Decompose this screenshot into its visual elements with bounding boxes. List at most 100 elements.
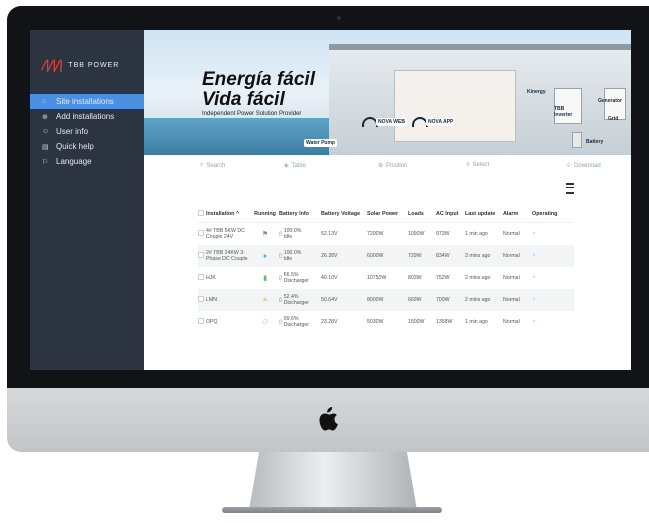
col-ac-input: AC Input <box>436 210 459 217</box>
table-row[interactable]: 2# TBB 24KW 3-Phase DC Couple ● ▯ 100.0% Idl… <box>198 245 574 267</box>
sidebar-item-label: Add installations <box>56 112 115 121</box>
battery-state: Discharger <box>283 278 309 284</box>
location-icon: ⌂ <box>42 98 47 105</box>
house-interior-image <box>394 70 516 142</box>
battery-voltage: 50.64V <box>321 297 338 303</box>
col-solar-power: Solar Power <box>367 210 399 217</box>
installation-name[interactable]: 4# TBB 5KW DC Couple 24V <box>206 228 251 240</box>
battery-info-text: 100.0% Idle <box>284 250 302 262</box>
ac-input: 752W <box>436 275 450 281</box>
sidebar: /|/|/| TBB POWER ⌂ Site installations ⊕ … <box>30 30 144 370</box>
col-battery-voltage: Battery Voltage <box>321 210 361 217</box>
generator-label: Generator <box>598 98 622 104</box>
download-tool[interactable]: ⇩ Download <box>566 162 601 170</box>
col-running: Running <box>254 210 276 217</box>
col-installation[interactable]: Installation ^ <box>206 211 251 217</box>
row-checkbox[interactable] <box>198 230 206 238</box>
sidebar-item-label: User info <box>56 127 89 136</box>
table-tool[interactable]: ◈ Table <box>284 162 306 170</box>
select-tool[interactable]: ≡ Select <box>466 162 489 168</box>
signal-icon[interactable]: ◔ <box>532 275 562 281</box>
position-label: Position <box>386 162 408 169</box>
col-operating: Operating <box>532 210 558 217</box>
sidebar-nav: ⌂ Site installations ⊕ Add installations… <box>30 94 144 169</box>
position-icon: ⊛ <box>378 163 384 169</box>
battery-icon: ▯ <box>279 297 282 303</box>
battery-state: Idle <box>283 256 293 262</box>
ac-input: 1358W <box>436 319 453 325</box>
signal-icon[interactable]: ◔ <box>532 297 562 303</box>
signal-icon[interactable]: ◔ <box>532 253 562 259</box>
battery-label: Battery <box>586 139 604 145</box>
table-header: Installation ^ Running Battery Info Batt… <box>198 205 574 223</box>
table-label: Table <box>291 162 306 169</box>
logo-text: TBB POWER <box>68 61 120 69</box>
running-status-icon: ∅ <box>261 319 269 326</box>
apple-logo-icon <box>319 407 338 431</box>
sidebar-item-quick-help[interactable]: ▤ Quick help <box>30 139 144 154</box>
signal-icon[interactable]: ◔ <box>532 319 562 325</box>
battery-voltage: 26.38V <box>321 253 338 259</box>
row-checkbox[interactable] <box>198 274 206 282</box>
battery-state: Discharger <box>283 322 309 328</box>
alarm-status: Normal <box>503 231 520 237</box>
solar-power: 10750W <box>367 275 387 281</box>
table-icon: ◈ <box>284 163 289 169</box>
battery-info-text: 99.6% Discharger <box>284 316 309 328</box>
installation-name[interactable]: HJK <box>206 275 251 281</box>
table-row[interactable]: HJK ▮ ▯ 66.5% Discharger 40.10V 10750W 803W 752W… <box>198 267 574 289</box>
sidebar-item-add-installations[interactable]: ⊕ Add installations <box>30 109 144 124</box>
flag-icon: ⚐ <box>42 158 49 166</box>
last-update: 1 min ago <box>465 231 488 237</box>
installation-name[interactable]: OPQ <box>206 319 251 325</box>
water-pump-label: Water Pump <box>304 139 337 147</box>
row-checkbox[interactable] <box>198 318 206 326</box>
monitor-stand <box>249 452 417 510</box>
table-row[interactable]: 4# TBB 5KW DC Couple 24V ⚑ ▯ 100.0% Idle 52.1… <box>198 223 574 245</box>
last-update: 3 mins ago <box>465 253 491 259</box>
battery-info: ▯ 100.0% Idle <box>279 250 319 262</box>
battery-icon: ▯ <box>279 319 282 325</box>
signal-icon[interactable]: ◔ <box>532 231 562 237</box>
row-checkbox[interactable] <box>198 252 206 260</box>
ac-input: 700W <box>436 297 450 303</box>
running-status-icon: ● <box>262 252 268 260</box>
banner-title-line1: Energía fácil <box>202 69 315 90</box>
brand-logo[interactable]: /|/|/| TBB POWER <box>42 58 119 72</box>
ac-input: 834W <box>436 253 450 259</box>
table-row[interactable]: LMN ☀ ▯ 52.4% Discharger 50.64V 8000W 669W 700W 2… <box>198 289 574 311</box>
battery-voltage: 52.13V <box>321 231 338 237</box>
battery-voltage: 23.28V <box>321 319 338 325</box>
sidebar-item-label: Language <box>56 157 92 166</box>
search-tool[interactable]: ⌕ Search <box>200 162 225 169</box>
sidebar-item-label: Quick help <box>56 142 94 151</box>
sidebar-item-user-info[interactable]: ☺ User info <box>30 124 144 139</box>
installation-name[interactable]: 2# TBB 24KW 3-Phase DC Couple <box>206 250 251 262</box>
search-icon: ⌕ <box>200 162 204 168</box>
kinergy-label: Kinergy <box>527 89 546 95</box>
select-all-checkbox[interactable] <box>198 209 206 218</box>
last-update: 2 mins ago <box>465 275 491 281</box>
table-row[interactable]: OPQ ∅ ▯ 99.6% Discharger 23.28V 5030W 1500W 1358… <box>198 311 574 333</box>
grid-label: Grid <box>608 116 619 122</box>
running-status-icon: ▮ <box>263 275 267 282</box>
view-toolbar: ⌕ Search ◈ Table ⊛ Position ≡ Select ⇩ D… <box>144 160 631 174</box>
alarm-status: Normal <box>503 297 520 303</box>
logo-mark-icon: /|/|/| <box>42 58 63 72</box>
installation-name[interactable]: LMN <box>206 297 251 303</box>
user-icon: ☺ <box>42 128 50 135</box>
battery-device-image <box>572 132 582 148</box>
hero-banner: Energía fácil Vida fácil Independent Pow… <box>144 30 631 155</box>
sidebar-item-language[interactable]: ⚐ Language <box>30 154 144 169</box>
battery-info: ▯ 66.5% Discharger <box>279 272 319 284</box>
last-update: 2 mins ago <box>465 297 491 303</box>
battery-info: ▯ 52.4% Discharger <box>279 294 319 306</box>
banner-subtitle: Independent Power Solution Provider <box>202 111 302 117</box>
sidebar-item-site-installations[interactable]: ⌂ Site installations <box>30 94 144 109</box>
battery-state: Idle <box>283 234 293 240</box>
menu-icon[interactable] <box>566 183 574 194</box>
col-last-update: Last update <box>465 210 496 217</box>
position-tool[interactable]: ⊛ Position <box>378 162 408 170</box>
row-checkbox[interactable] <box>198 296 206 304</box>
app-screen: /|/|/| TBB POWER ⌂ Site installations ⊕ … <box>30 30 631 370</box>
